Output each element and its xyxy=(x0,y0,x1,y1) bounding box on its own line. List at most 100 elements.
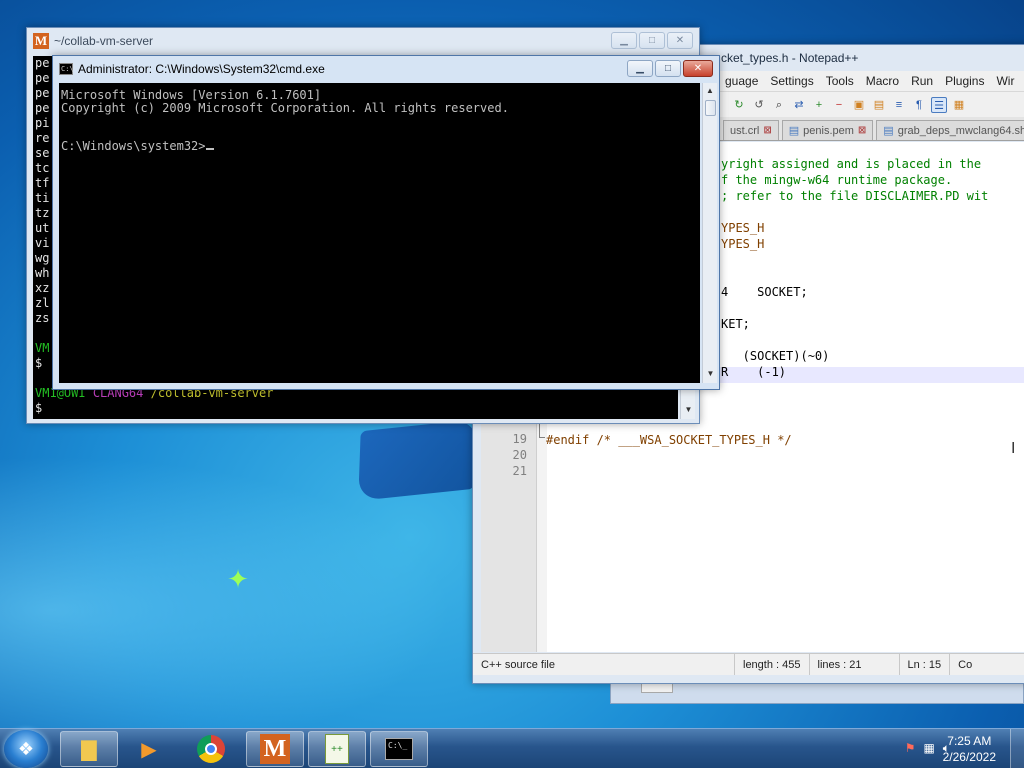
console-prompt: C:\Windows\system32> xyxy=(61,138,206,153)
media-player-icon: ▶ xyxy=(141,738,157,761)
code-line: R (-1) xyxy=(721,365,787,379)
text-cursor xyxy=(205,139,214,150)
menu-settings[interactable]: Settings xyxy=(764,74,819,88)
taskbar-media-player-button[interactable]: ▶ xyxy=(120,731,178,767)
mintty-icon: M xyxy=(260,734,290,764)
close-tab-icon[interactable]: ⊠ xyxy=(858,125,866,136)
taskbar-cmd-button[interactable]: C:\_ xyxy=(370,731,428,767)
console-line: Copyright (c) 2009 Microsoft Corporation… xyxy=(61,100,509,115)
tab-trust-crl[interactable]: ust.crl ⊠ xyxy=(723,120,779,140)
windows-logo-wallpaper xyxy=(358,419,477,501)
zoom-out-icon[interactable]: − xyxy=(831,97,847,113)
cmd-window[interactable]: C:\ Administrator: C:\Windows\System32\c… xyxy=(52,55,720,390)
start-button[interactable]: ❖ xyxy=(4,730,48,768)
npp-statusbar: C++ source file length : 455 lines : 21 … xyxy=(473,653,1024,675)
status-column: Co xyxy=(958,658,973,671)
mintty-caption-buttons: ▁ □ ✕ xyxy=(611,32,693,49)
chrome-icon xyxy=(197,735,225,763)
scroll-down-icon[interactable]: ▼ xyxy=(704,367,717,381)
clock[interactable]: 7:25 AM 2/26/2022 xyxy=(943,733,996,765)
code-line: ; refer to the file DISCLAIMER.PD wit xyxy=(721,189,989,203)
tab-penis-pem[interactable]: ▤ penis.pem ⊠ xyxy=(781,120,874,140)
fold-end-marker xyxy=(539,424,545,438)
wallpaper-sparkle: ✦ xyxy=(227,564,249,594)
line-number: 21 xyxy=(512,464,527,478)
scroll-up-icon[interactable]: ▲ xyxy=(704,84,717,98)
cmd-icon: C:\_ xyxy=(385,738,413,760)
console-line-prompt xyxy=(61,114,698,127)
windows-logo-icon: ❖ xyxy=(17,738,35,759)
minimize-button[interactable]: ▁ xyxy=(611,32,637,49)
line-number: 19 xyxy=(512,432,527,446)
mintty-icon: M xyxy=(33,33,49,49)
close-button[interactable]: ✕ xyxy=(667,32,693,49)
npp-title: cket_types.h - Notepad++ xyxy=(721,51,859,65)
find-icon[interactable]: ⌕ xyxy=(771,97,787,113)
code-line-endif: #endif /* ___WSA_SOCKET_TYPES_H */ xyxy=(546,433,792,447)
mintty-title: ~/collab-vm-server xyxy=(54,34,154,48)
code-line: 4 SOCKET; xyxy=(721,285,808,299)
tab-grab-deps[interactable]: ▤grab_deps_mwclang64.sh⊠ xyxy=(876,120,1024,140)
tab-label: grab_deps_mwclang64.sh xyxy=(897,124,1024,137)
menu-language[interactable]: guage xyxy=(719,74,764,88)
cmd-window-icon: C:\ xyxy=(59,63,74,75)
code-line: (SOCKET)(~0) xyxy=(721,349,830,363)
menu-plugins[interactable]: Plugins xyxy=(939,74,990,88)
file-icon: ▤ xyxy=(883,125,894,137)
cmd-console[interactable]: Microsoft Windows [Version 6.1.7601] Cop… xyxy=(59,83,700,383)
notepad-plus-plus-icon: ++ xyxy=(325,734,349,764)
file-icon: ▤ xyxy=(788,125,800,137)
console-line: Microsoft Windows [Version 6.1.7601] xyxy=(61,88,322,102)
code-line: KET; xyxy=(721,317,750,331)
close-tab-icon[interactable]: ⊠ xyxy=(763,125,771,136)
show-all-chars-icon[interactable]: ¶ xyxy=(911,97,927,113)
scrollbar-thumb[interactable] xyxy=(704,100,716,116)
menu-run[interactable]: Run xyxy=(905,74,939,88)
indent-guide-icon[interactable]: ☰ xyxy=(931,96,947,113)
maximize-button[interactable]: □ xyxy=(639,32,665,49)
maximize-button[interactable]: □ xyxy=(655,60,681,77)
close-button[interactable]: ✕ xyxy=(683,60,713,77)
taskbar: ❖ ▇ ▶ M ++ C:\_ ⚑ ▦ 🔈︎ 7:25 AM 2/26/2022 xyxy=(0,728,1024,768)
mintty-titlebar[interactable]: M ~/collab-vm-server xyxy=(27,28,699,54)
show-desktop-button[interactable] xyxy=(1010,729,1024,768)
tab-label: penis.pem xyxy=(803,124,854,137)
taskbar-notepad-plus-plus-button[interactable]: ++ xyxy=(308,731,366,767)
udl-icon[interactable]: ▦ xyxy=(951,97,967,113)
redo-icon[interactable]: ↻ xyxy=(731,97,747,113)
action-center-icon[interactable]: ⚑ xyxy=(905,741,916,756)
cmd-titlebar[interactable]: C:\ Administrator: C:\Windows\System32\c… xyxy=(53,56,719,82)
status-language: C++ source file xyxy=(473,654,735,675)
code-line: yright assigned and is placed in the xyxy=(721,157,982,171)
taskbar-chrome-button[interactable] xyxy=(182,731,240,767)
folder-icon: ▇ xyxy=(81,738,97,761)
code-line: f the mingw-w64 runtime package. xyxy=(721,173,953,187)
zoom-in-icon[interactable]: + xyxy=(811,97,827,113)
prompt-dollar: $ xyxy=(35,401,43,415)
network-icon[interactable]: ▦ xyxy=(923,741,934,756)
tab-label: ust.crl xyxy=(730,124,760,137)
sync-scroll-icon[interactable]: ▣ xyxy=(851,97,867,113)
word-wrap-icon[interactable]: ≡ xyxy=(891,97,907,113)
status-length: length : 455 xyxy=(735,654,810,675)
taskbar-mintty-button[interactable]: M xyxy=(246,731,304,767)
status-position: Ln : 15 xyxy=(900,654,951,675)
menu-macro[interactable]: Macro xyxy=(860,74,905,88)
cmd-title: Administrator: C:\Windows\System32\cmd.e… xyxy=(78,62,325,76)
cmd-caption-buttons: ▁ □ ✕ xyxy=(627,60,713,77)
minimize-button[interactable]: ▁ xyxy=(627,60,653,77)
code-line: YPES_H xyxy=(721,221,765,235)
sync-horizontal-icon[interactable]: ▤ xyxy=(871,97,887,113)
code-line: YPES_H xyxy=(721,237,765,251)
replace-icon[interactable]: ⇄ xyxy=(791,97,807,113)
text-cursor-icon: I xyxy=(1011,440,1016,457)
cmd-scrollbar[interactable]: ▲ ▼ xyxy=(702,83,717,383)
line-number: 20 xyxy=(512,448,527,462)
clock-date: 2/26/2022 xyxy=(942,750,996,764)
undo-icon[interactable]: ↺ xyxy=(751,97,767,113)
scroll-down-icon[interactable]: ▼ xyxy=(682,403,695,417)
clock-time: 7:25 AM xyxy=(947,734,992,748)
taskbar-explorer-button[interactable]: ▇ xyxy=(60,731,118,767)
menu-tools[interactable]: Tools xyxy=(820,74,860,88)
menu-window[interactable]: Wir xyxy=(990,74,1020,88)
